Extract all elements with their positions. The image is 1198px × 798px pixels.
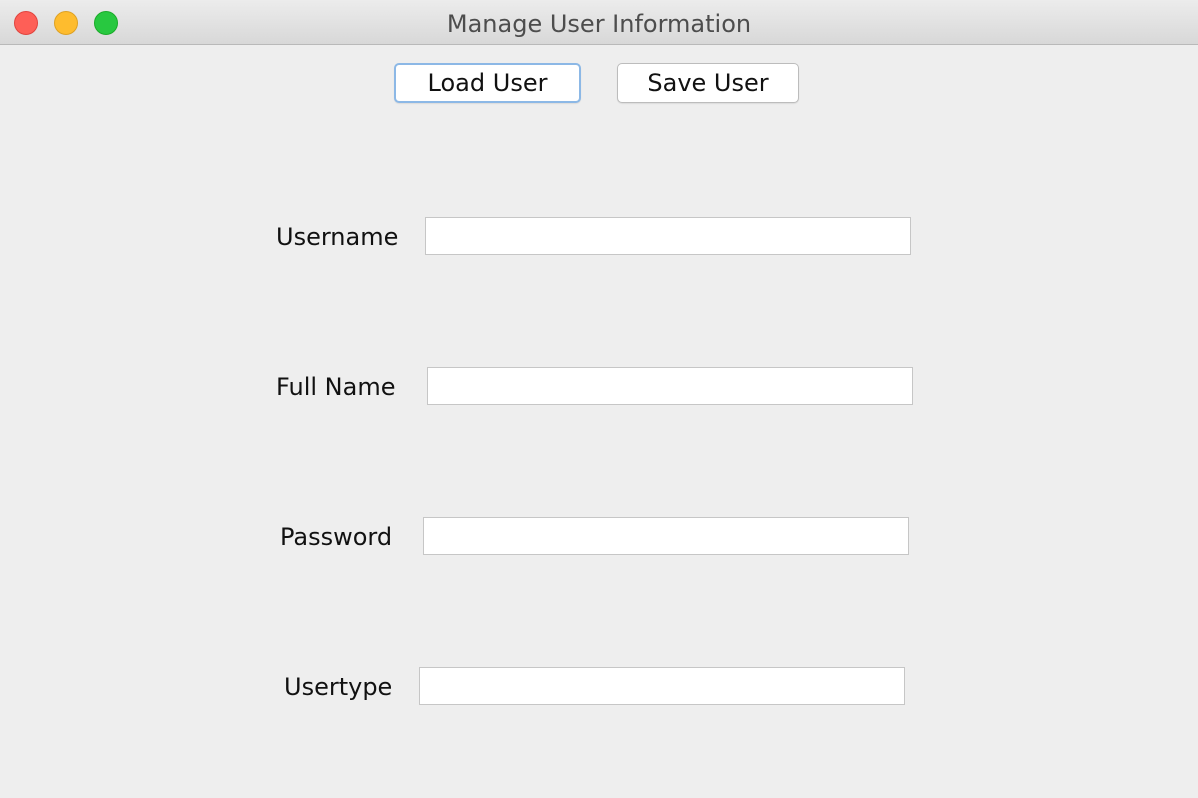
close-window-button[interactable] (14, 11, 38, 35)
usertype-input[interactable] (419, 667, 905, 705)
password-input[interactable] (423, 517, 909, 555)
app-window: Manage User Information Load User Save U… (0, 0, 1198, 798)
username-label: Username (276, 223, 399, 251)
title-bar[interactable]: Manage User Information (0, 0, 1198, 45)
zoom-window-button[interactable] (94, 11, 118, 35)
full-name-input[interactable] (427, 367, 913, 405)
password-label: Password (280, 523, 393, 551)
username-input[interactable] (425, 217, 911, 255)
full-name-label: Full Name (276, 373, 396, 401)
window-title: Manage User Information (446, 10, 752, 38)
save-user-button[interactable]: Save User (617, 63, 799, 103)
usertype-label: Usertype (284, 673, 393, 701)
load-user-button[interactable]: Load User (394, 63, 581, 103)
minimize-window-button[interactable] (54, 11, 78, 35)
